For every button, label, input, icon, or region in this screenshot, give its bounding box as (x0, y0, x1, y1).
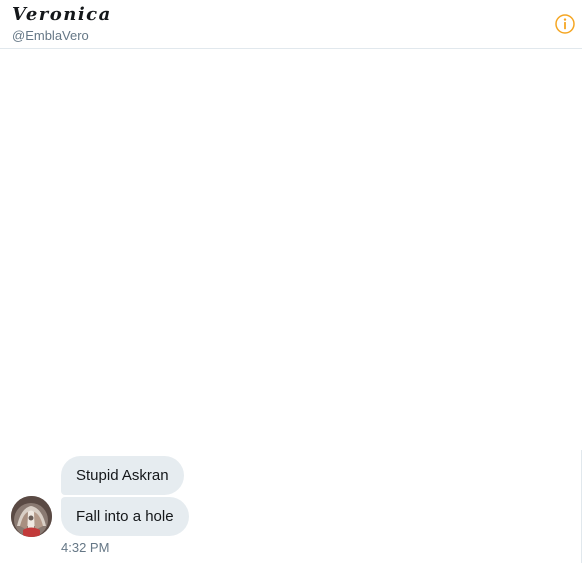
info-circle-icon (555, 14, 575, 34)
message-bubble[interactable]: Fall into a hole (61, 497, 189, 536)
avatar[interactable] (11, 496, 52, 537)
contact-handle[interactable]: @EmblaVero (12, 28, 89, 44)
info-icon[interactable] (554, 13, 576, 35)
dm-conversation-window: Veronica @EmblaVero Stupid Askran Fall i… (0, 0, 582, 563)
conversation-header: Veronica @EmblaVero (0, 0, 582, 49)
avatar-image (11, 496, 52, 537)
message-timestamp: 4:32 PM (61, 540, 110, 555)
message-bubble[interactable]: Stupid Askran (61, 456, 184, 495)
contact-display-name[interactable]: Veronica (12, 4, 112, 26)
